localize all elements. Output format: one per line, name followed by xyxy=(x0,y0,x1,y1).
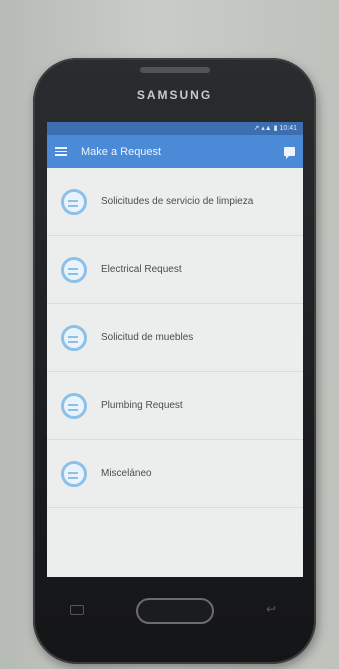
chat-bubble-icon xyxy=(61,256,87,283)
hamburger-menu-icon[interactable] xyxy=(55,147,67,156)
back-key-icon[interactable]: ↩ xyxy=(263,603,279,615)
request-list: Solicitudes de servicio de limpieza Elec… xyxy=(47,168,303,508)
list-item-label: Plumbing Request xyxy=(101,399,183,411)
phone-screen: ↗ ▴▲ ▮ 10:41 Make a Request Solicitudes … xyxy=(47,122,303,577)
list-item-label: Solicitudes de servicio de limpieza xyxy=(101,195,254,207)
chat-bubble-icon xyxy=(61,188,87,215)
list-item-label: Electrical Request xyxy=(101,263,182,275)
recent-apps-key[interactable] xyxy=(70,605,84,615)
status-bar: ↗ ▴▲ ▮ 10:41 xyxy=(47,122,303,135)
list-item-cleaning-request[interactable]: Solicitudes de servicio de limpieza xyxy=(47,168,303,236)
list-item-plumbing-request[interactable]: Plumbing Request xyxy=(47,372,303,440)
chat-bubble-icon xyxy=(61,392,87,419)
app-bar: Make a Request xyxy=(47,135,303,168)
list-item-electrical-request[interactable]: Electrical Request xyxy=(47,236,303,304)
status-bar-text: ↗ ▴▲ ▮ 10:41 xyxy=(253,125,297,132)
brand-logo: SAMSUNG xyxy=(136,88,213,102)
list-item-furniture-request[interactable]: Solicitud de muebles xyxy=(47,304,303,372)
page-title: Make a Request xyxy=(81,145,162,158)
list-item-label: Solicitud de muebles xyxy=(101,331,194,343)
chat-bubble-icon xyxy=(61,324,87,351)
earpiece-speaker xyxy=(140,67,210,73)
chat-bubble-icon xyxy=(61,460,87,487)
home-button[interactable] xyxy=(136,598,214,624)
chat-icon[interactable] xyxy=(284,147,295,159)
phone-body: SAMSUNG ↗ ▴▲ ▮ 10:41 Make a Request Soli… xyxy=(33,58,316,664)
list-item-label: Misceláneo xyxy=(101,467,152,479)
list-item-miscellaneous[interactable]: Misceláneo xyxy=(47,440,303,508)
